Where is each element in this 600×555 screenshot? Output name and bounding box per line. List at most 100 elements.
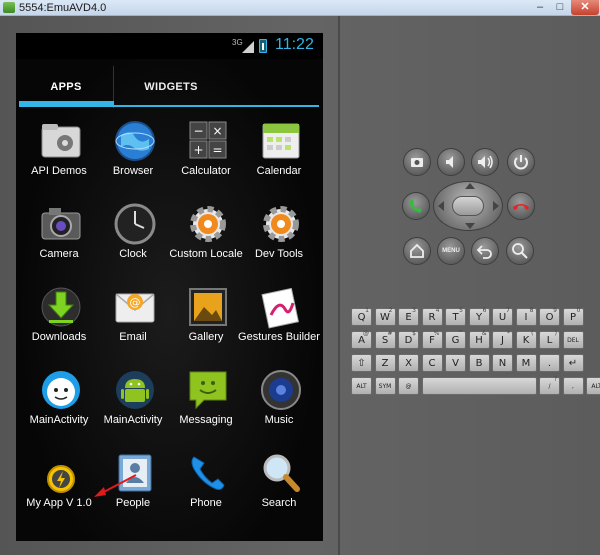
key-q[interactable]: Q1 [351, 307, 372, 326]
email-icon: @ [113, 285, 157, 329]
key-c[interactable]: C [421, 354, 443, 372]
key-label: / [548, 383, 551, 390]
key-g[interactable]: G ^ [445, 330, 466, 349]
key-f[interactable]: F% [421, 330, 443, 349]
gallery-icon [186, 285, 230, 329]
call-button[interactable] [402, 192, 430, 220]
key-r[interactable]: R4 [421, 307, 443, 326]
key-label: E [405, 312, 412, 323]
tab-widgets[interactable]: WIDGETS [116, 66, 226, 108]
app-clock[interactable]: Clock [96, 202, 166, 274]
dpad-left-icon[interactable] [438, 201, 444, 211]
app-camera[interactable]: Camera [22, 202, 92, 274]
key-k[interactable]: K( [515, 330, 537, 349]
key-m[interactable]: M [515, 354, 537, 372]
app-my-app[interactable]: My App V 1.0 [22, 451, 92, 523]
app-mainactivity-2[interactable]: MainActivity [96, 368, 166, 440]
end-call-button[interactable] [507, 192, 535, 220]
key-@[interactable]: @ [398, 377, 419, 395]
key-o[interactable]: O9 [539, 307, 560, 326]
app-label: Gestures Builder [238, 331, 320, 343]
key-alt-label: * [507, 330, 510, 337]
key-b[interactable]: B [468, 354, 490, 372]
app-api-demos[interactable]: API Demos [22, 119, 92, 191]
key-label: . [547, 358, 552, 369]
key-i[interactable]: I8 [515, 307, 537, 326]
key-t[interactable]: T5 [445, 307, 466, 326]
app-search[interactable]: Search [242, 451, 312, 523]
camera-button[interactable] [403, 148, 431, 176]
key-d[interactable]: D $ [398, 330, 419, 349]
back-icon [476, 245, 492, 259]
key-w[interactable]: W2 [374, 307, 396, 326]
key-⇧[interactable]: ⇧ [351, 354, 372, 372]
call-icon [409, 199, 422, 213]
download-icon [39, 285, 83, 329]
back-button[interactable] [471, 237, 499, 265]
space-key[interactable] [421, 377, 537, 395]
power-button[interactable] [507, 148, 535, 176]
svg-text:×: × [212, 124, 222, 138]
key-/[interactable]: /? [539, 376, 560, 395]
key-label: K [522, 335, 530, 346]
volume-down-button[interactable] [437, 148, 465, 176]
maximize-button[interactable]: □ [550, 0, 570, 15]
key-label: C [428, 358, 436, 369]
volume-down-icon [446, 156, 453, 168]
app-downloads[interactable]: Downloads [22, 285, 92, 357]
app-calendar[interactable]: Calendar [242, 119, 312, 191]
minimize-button[interactable]: – [530, 0, 550, 15]
app-browser[interactable]: Browser [96, 119, 166, 191]
key-y[interactable]: Y6 [468, 307, 490, 326]
app-dev-tools[interactable]: Dev Tools [242, 202, 312, 274]
app-mainactivity-1[interactable]: MainActivity [22, 368, 92, 440]
key-alt-label: % [433, 330, 440, 337]
menu-button[interactable]: MENU [437, 237, 465, 265]
key-a[interactable]: A @ [351, 330, 372, 349]
key-del[interactable]: DEL [562, 331, 584, 349]
key-alt-label: ? [553, 376, 557, 383]
status-clock: 11:22 [275, 36, 314, 53]
dpad-up-icon[interactable] [465, 183, 475, 189]
app-gestures-builder[interactable]: Gestures Builder [238, 285, 320, 357]
key-h[interactable]: H & [468, 330, 490, 349]
app-custom-locale[interactable]: Custom Locale [169, 202, 243, 274]
key-alt[interactable]: ALT [351, 377, 372, 395]
volume-up-button[interactable] [471, 148, 499, 176]
key-.[interactable]: . [539, 354, 560, 372]
app-music[interactable]: Music [242, 368, 312, 440]
key-s[interactable]: S # [374, 330, 396, 349]
app-calculator[interactable]: − × + = Calculator [169, 119, 239, 191]
close-button[interactable]: ✕ [571, 0, 599, 15]
app-email[interactable]: @ Email [96, 285, 166, 357]
key-sym[interactable]: SYM [374, 377, 396, 395]
key-alt-label: 1 [365, 307, 369, 314]
key-alt[interactable]: ALT [586, 377, 600, 395]
svg-text:+: + [193, 143, 203, 157]
key-n[interactable]: N [492, 354, 513, 372]
key-alt-label: 5 [459, 307, 463, 314]
app-gallery[interactable]: Gallery [169, 285, 239, 357]
key-p[interactable]: P0 [562, 307, 584, 326]
dpad-right-icon[interactable] [493, 201, 499, 211]
key-,[interactable]: , [562, 377, 584, 395]
key-z[interactable]: Z [374, 354, 396, 372]
calculator-icon: − × + = [186, 119, 230, 163]
key-e[interactable]: E3 [398, 307, 419, 326]
key-l[interactable]: L) [539, 330, 560, 349]
key-label: V [452, 358, 459, 369]
dpad-center-button[interactable] [452, 196, 484, 216]
key-alt-label: # [387, 330, 393, 337]
search-button[interactable] [506, 237, 534, 265]
key-x[interactable]: X [398, 354, 419, 372]
key-alt-label: 9 [553, 307, 557, 314]
key-u[interactable]: U7 [492, 307, 513, 326]
home-button[interactable] [403, 237, 431, 265]
key-v[interactable]: V [445, 354, 466, 372]
key-j[interactable]: J * [492, 330, 513, 349]
app-phone[interactable]: Phone [169, 451, 239, 523]
app-messaging[interactable]: Messaging [169, 368, 239, 440]
gestures-icon [259, 285, 303, 329]
key-↵[interactable]: ↵ [562, 354, 584, 372]
dpad-down-icon[interactable] [465, 223, 475, 229]
